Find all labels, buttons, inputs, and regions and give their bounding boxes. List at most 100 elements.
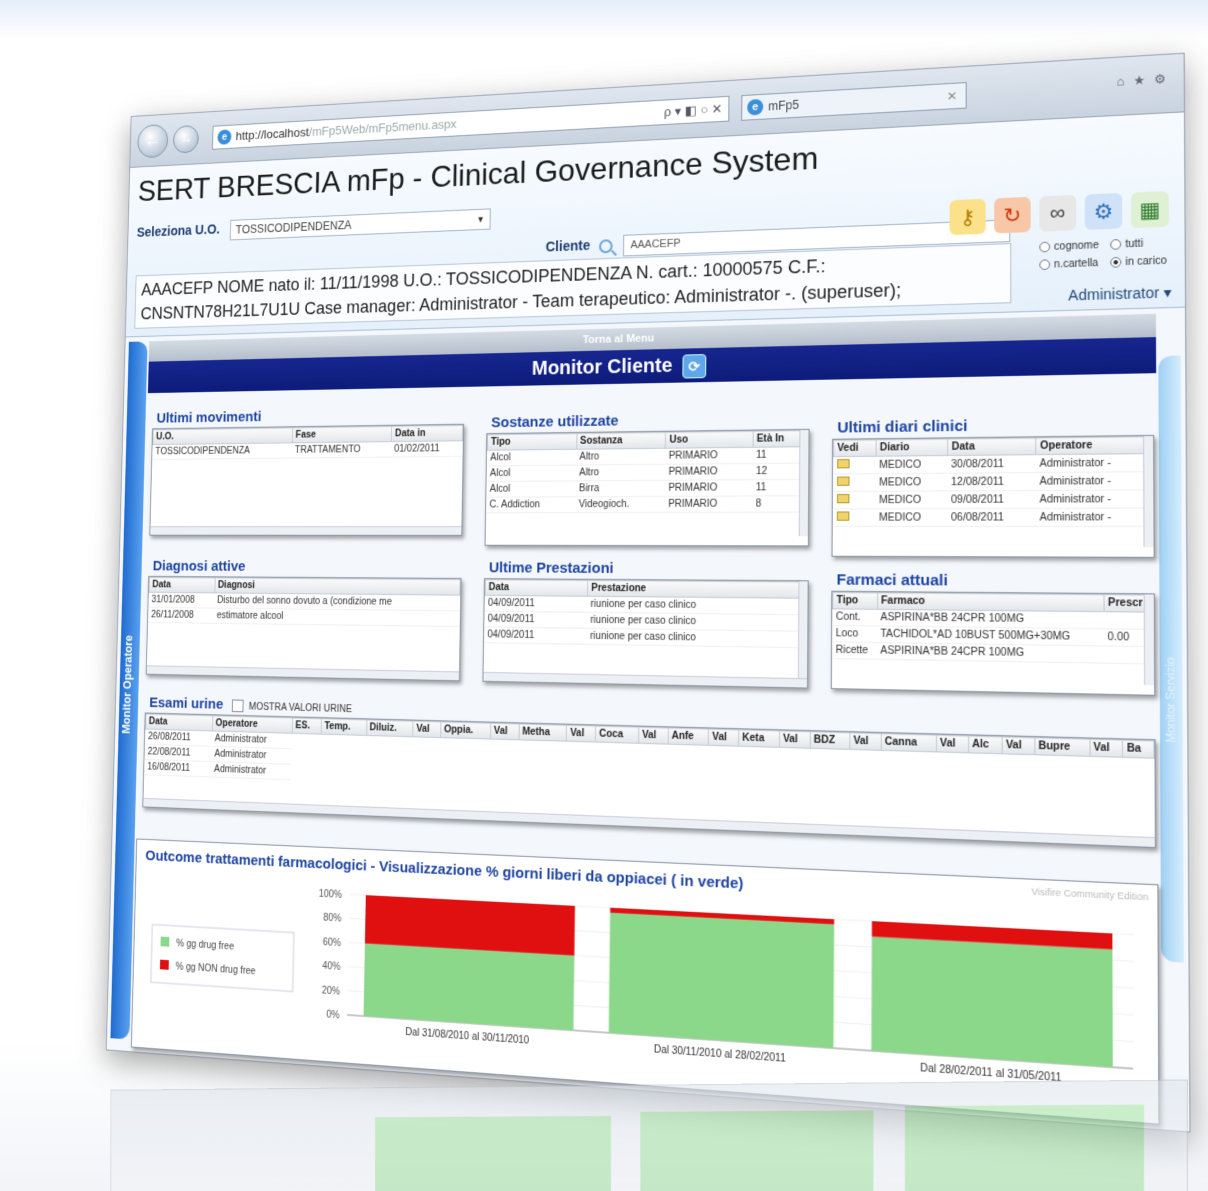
col-header[interactable]: Tipo <box>487 433 576 450</box>
uo-select[interactable]: TOSSICODIPENDENZA ▼ <box>229 208 490 240</box>
view-cell[interactable] <box>833 456 876 474</box>
col-header[interactable]: Val <box>1002 737 1035 755</box>
window-controls[interactable]: ⌂★⚙ <box>1117 71 1175 89</box>
col-header[interactable]: Canna <box>881 734 936 752</box>
vertical-scrollbar[interactable] <box>1143 436 1154 547</box>
tab-close-icon[interactable]: ✕ <box>947 84 958 109</box>
col-header[interactable]: Val <box>490 723 519 740</box>
radio-cognome[interactable]: cognome <box>1039 240 1099 254</box>
monitor-servizio-tab[interactable]: Monitor Servizio <box>1158 356 1184 963</box>
cell: 06/08/2011 <box>948 508 1036 526</box>
col-header[interactable]: Val <box>850 733 881 751</box>
table-row[interactable]: MEDICO 12/08/2011 Administrator - <box>833 472 1152 492</box>
dashboard-grid: Ultimi movimenti U.O. Fase Data in TOSSICO… <box>131 380 1160 1141</box>
search-icon[interactable] <box>599 239 613 253</box>
horizontal-scrollbar[interactable] <box>147 665 459 680</box>
bar-drug-free[interactable] <box>364 943 575 1030</box>
user-menu[interactable]: Administrator ▾ <box>1068 284 1171 305</box>
col-header[interactable]: Metha <box>519 724 567 741</box>
col-header[interactable]: Anfe <box>668 728 709 745</box>
radio-in-carico[interactable]: in carico <box>1110 255 1167 269</box>
table-row[interactable]: 26/11/2008 estimatore alcool <box>148 607 459 626</box>
table-row[interactable]: MEDICO 30/08/2011 Administrator - <box>833 454 1152 474</box>
vertical-scrollbar[interactable] <box>799 430 809 536</box>
col-header[interactable]: Diario <box>876 439 948 456</box>
col-header[interactable]: Data <box>485 580 588 597</box>
table-row[interactable]: 04/09/2011 riunione per caso clinico <box>484 627 806 648</box>
glasses-icon[interactable]: ∞ <box>1039 195 1076 232</box>
col-header[interactable]: Fase <box>292 426 392 443</box>
col-header[interactable]: Diluiz. <box>366 720 413 737</box>
vertical-scrollbar[interactable] <box>798 581 808 678</box>
view-cell[interactable] <box>833 491 876 509</box>
cell: TOSSICODIPENDENZA <box>153 443 293 460</box>
refresh-icon[interactable]: ↻ <box>994 197 1030 234</box>
back-button[interactable]: ← <box>137 124 168 159</box>
folder-icon[interactable] <box>836 511 848 520</box>
folder-icon[interactable] <box>837 477 849 486</box>
col-header[interactable]: Val <box>567 725 596 742</box>
folder-icon[interactable] <box>837 459 849 468</box>
bar-drug-free[interactable] <box>609 913 834 1048</box>
col-header[interactable]: Uso <box>666 431 753 448</box>
cell: Birra <box>576 480 666 496</box>
col-header[interactable]: Temp. <box>321 719 366 736</box>
col-header[interactable]: Tipo <box>833 592 878 609</box>
folder-icon[interactable] <box>836 494 848 503</box>
col-header[interactable]: Ba <box>1123 740 1154 758</box>
horizontal-scrollbar[interactable] <box>150 526 461 535</box>
view-cell[interactable] <box>833 509 876 527</box>
table-row[interactable]: MEDICO 06/08/2011 Administrator - <box>833 508 1153 526</box>
bar-drug-free[interactable] <box>871 937 1112 1068</box>
key-icon[interactable]: ⚷ <box>950 199 986 235</box>
table-row[interactable]: C. Addiction Videogioch. PRIMARIO 8 <box>487 496 808 513</box>
gear-icon[interactable]: ⚙ <box>1085 193 1122 230</box>
radio-n-cartella[interactable]: n.cartella <box>1039 258 1099 272</box>
diari-table: Vedi Diario Data Operatore MEDICO 30/08/2011… <box>833 436 1154 527</box>
col-header[interactable]: Data <box>149 577 215 593</box>
col-header[interactable]: Val <box>936 735 968 753</box>
url-path: /mFp5Web/mFp5menu.aspx <box>309 116 457 138</box>
forward-button[interactable]: → <box>173 125 199 154</box>
col-header[interactable]: Vedi <box>834 440 877 457</box>
col-header[interactable]: U.O. <box>153 428 293 445</box>
table-row[interactable]: MEDICO 09/08/2011 Administrator - <box>833 490 1153 509</box>
vertical-scrollbar[interactable] <box>1144 594 1155 685</box>
cell: PRIMARIO <box>666 447 753 464</box>
radio-tutti[interactable]: tutti <box>1110 237 1167 251</box>
table-row[interactable]: TOSSICODIPENDENZA TRATTAMENTO 01/02/2011 <box>153 441 463 460</box>
radio-dot-selected <box>1110 257 1121 268</box>
grid-icon[interactable]: ▦ <box>1131 191 1169 228</box>
table-row[interactable]: 16/08/2011 Administrator <box>144 759 1154 810</box>
uo-row: Seleziona U.O. TOSSICODIPENDENZA ▼ <box>137 208 491 244</box>
col-header[interactable]: Sostanza <box>577 432 666 449</box>
col-header[interactable]: Operatore <box>1036 436 1152 454</box>
col-header[interactable]: Prestazione <box>588 580 807 598</box>
col-header[interactable]: Val <box>709 729 739 746</box>
col-header[interactable]: BDZ <box>810 732 850 750</box>
col-header[interactable]: Keta <box>739 730 780 748</box>
cell: 26/11/2008 <box>148 607 214 623</box>
cell: Administrator - <box>1036 508 1153 526</box>
col-header[interactable]: Val <box>1090 739 1123 757</box>
show-urine-checkbox[interactable] <box>232 699 244 712</box>
refresh-icon[interactable]: ⟳ <box>682 354 706 379</box>
browser-tab[interactable]: e mFp5 ✕ <box>741 82 967 121</box>
col-header[interactable]: Data in <box>392 425 463 441</box>
user-name: Administrator <box>1068 284 1159 304</box>
col-header[interactable]: Oppia. <box>441 722 491 739</box>
col-header[interactable]: Data <box>948 438 1036 456</box>
horizontal-scrollbar[interactable] <box>483 672 807 688</box>
col-header[interactable]: Coca <box>596 726 639 743</box>
table-row[interactable]: Alcol Birra PRIMARIO 11 <box>487 479 808 497</box>
col-header[interactable]: Bupre <box>1035 738 1090 757</box>
col-header[interactable]: Val <box>779 731 810 748</box>
col-header[interactable]: Val <box>413 721 441 738</box>
view-cell[interactable] <box>833 474 876 492</box>
col-header[interactable]: Alc <box>968 736 1002 754</box>
col-header[interactable]: ES. <box>292 718 321 734</box>
cell: 16/08/2011 <box>144 759 211 777</box>
col-header[interactable]: Val <box>638 727 668 744</box>
address-controls[interactable]: ρ ▾ ◧ ○ ✕ <box>664 97 723 124</box>
table-row[interactable]: Ricette ASPIRINA*BB 24CPR 100MG <box>833 642 1154 664</box>
